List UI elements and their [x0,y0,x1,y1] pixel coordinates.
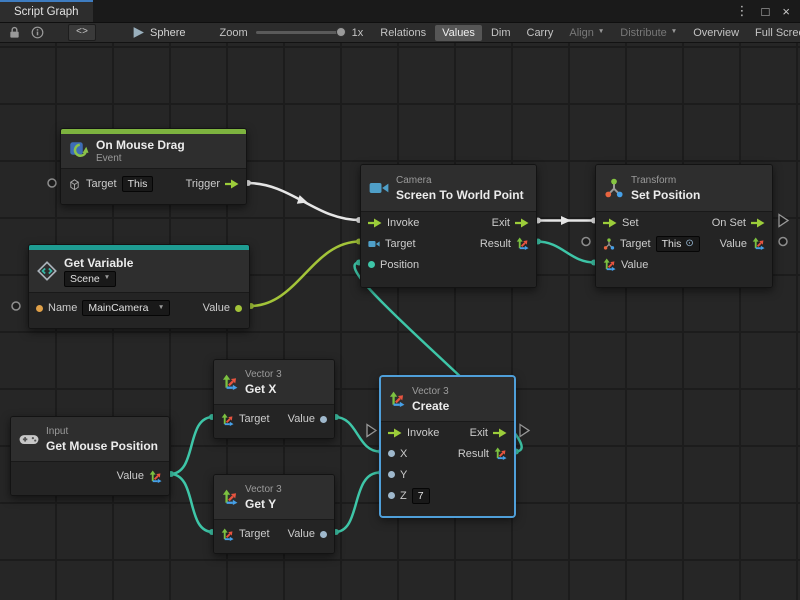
node-category: Vector 3 [245,484,282,496]
graph-owner-icon [132,26,145,39]
node-category: Vector 3 [245,369,282,381]
align-button[interactable]: Align ▼ [562,25,611,41]
node-category: Vector 3 [412,386,449,398]
node-title: Get X [245,382,282,396]
scope-icon: ⊙ [685,239,693,249]
overview-button[interactable]: Overview [686,25,746,41]
flow-in-icon[interactable] [368,218,382,228]
vector3-icon [389,391,405,407]
node-title: Screen To World Point [396,188,524,202]
node-title: Get Variable [64,256,133,270]
vector3-icon [222,374,238,390]
dropdown-arrow-icon: ▼ [158,305,164,312]
graph-toolbar: <> Sphere Zoom 1x Relations Values Dim C… [0,22,800,43]
node-category: Input [46,426,158,438]
node-on-mouse-drag[interactable]: On Mouse Drag Event Target This Trigger [60,128,247,205]
vector3-port-icon[interactable] [752,237,765,250]
variable-kind-dropdown[interactable]: Scene ▼ [64,271,116,287]
node-get-x[interactable]: Vector 3 Get X Target Value [213,359,335,439]
node-title: Get Y [245,497,282,511]
camera-icon [369,178,389,198]
lock-icon[interactable] [8,26,21,39]
values-button[interactable]: Values [435,25,482,41]
node-screen-to-world-point[interactable]: Camera Screen To World Point Invoke Exit… [360,164,537,288]
tab-title: Script Graph [14,6,79,18]
relations-button[interactable]: Relations [373,25,433,41]
target-this-chip[interactable]: This ⊙ [656,236,700,252]
distribute-button[interactable]: Distribute ▼ [613,25,684,41]
node-vector3-create[interactable]: Vector 3 Create Invoke Exit X [380,376,515,517]
info-icon[interactable] [31,26,44,39]
float-out-port-icon[interactable] [320,416,327,423]
zoom-value: 1x [352,27,364,39]
node-get-y[interactable]: Vector 3 Get Y Target Value [213,474,335,554]
z-value-input[interactable]: 7 [412,488,430,504]
gamepad-icon [19,432,39,446]
vector3-in-port-icon[interactable] [368,261,375,268]
gameobject-port-icon[interactable] [68,178,81,191]
vector3-in-port-icon[interactable] [221,413,234,426]
node-title: On Mouse Drag [96,138,185,152]
node-get-mouse-position[interactable]: Input Get Mouse Position Value [10,416,170,496]
float-in-port-icon[interactable] [388,450,395,457]
variable-icon [37,261,57,281]
tab-script-graph[interactable]: Script Graph [0,0,93,22]
float-in-port-icon[interactable] [388,492,395,499]
dim-button[interactable]: Dim [484,25,518,41]
edit-source-button[interactable]: <> [68,24,96,41]
variable-name-dropdown[interactable]: MainCamera ▼ [82,300,170,316]
node-title: Set Position [631,188,700,202]
vector3-in-port-icon[interactable] [603,258,616,271]
vector3-port-icon[interactable] [149,470,162,483]
flow-out-icon[interactable] [493,428,507,438]
close-icon[interactable]: × [782,4,790,19]
dropdown-arrow-icon: ▼ [671,29,677,36]
graph-owner[interactable]: Sphere [132,26,185,39]
node-set-position[interactable]: Transform Set Position Set On Set Target [595,164,773,288]
dropdown-arrow-icon: ▼ [598,29,604,36]
flow-out-icon[interactable] [225,179,239,189]
node-category: Transform [631,175,700,187]
transform-icon [604,178,624,198]
flow-out-icon[interactable] [515,218,529,228]
carry-button[interactable]: Carry [520,25,561,41]
float-in-port-icon[interactable] [388,471,395,478]
mouse-drag-event-icon [69,141,89,161]
window-menu-icon[interactable]: ⋮ [736,3,749,19]
maximize-icon[interactable]: □ [762,4,770,19]
node-get-variable[interactable]: Get Variable Scene ▼ Name MainCamera ▼ [28,244,250,329]
graph-owner-name: Sphere [150,27,185,39]
flow-out-icon[interactable] [751,218,765,228]
vector3-port-icon[interactable] [494,447,507,460]
fullscreen-button[interactable]: Full Screen [748,25,800,41]
window-titlebar: Script Graph ⋮ □ × [0,0,800,22]
string-port-icon[interactable] [36,305,43,312]
float-out-port-icon[interactable] [320,531,327,538]
flow-in-icon[interactable] [388,428,402,438]
node-title: Get Mouse Position [46,439,158,453]
transform-port-icon[interactable] [603,238,615,250]
vector3-port-icon[interactable] [516,237,529,250]
target-this-chip[interactable]: This [122,176,154,192]
dropdown-arrow-icon: ▼ [104,275,110,282]
zoom-label: Zoom [220,27,248,39]
flow-in-icon[interactable] [603,218,617,228]
zoom-slider-handle[interactable] [336,27,346,37]
titlebar-spacer [93,0,736,22]
camera-port-icon[interactable] [368,238,380,250]
node-category: Camera [396,175,524,187]
vector3-in-port-icon[interactable] [221,528,234,541]
node-subtitle: Event [96,153,185,165]
graph-canvas[interactable]: On Mouse Drag Event Target This Trigger [0,43,800,600]
node-title: Create [412,399,449,413]
zoom-slider[interactable] [256,31,344,34]
vector3-icon [222,489,238,505]
value-out-port-icon[interactable] [235,305,242,312]
